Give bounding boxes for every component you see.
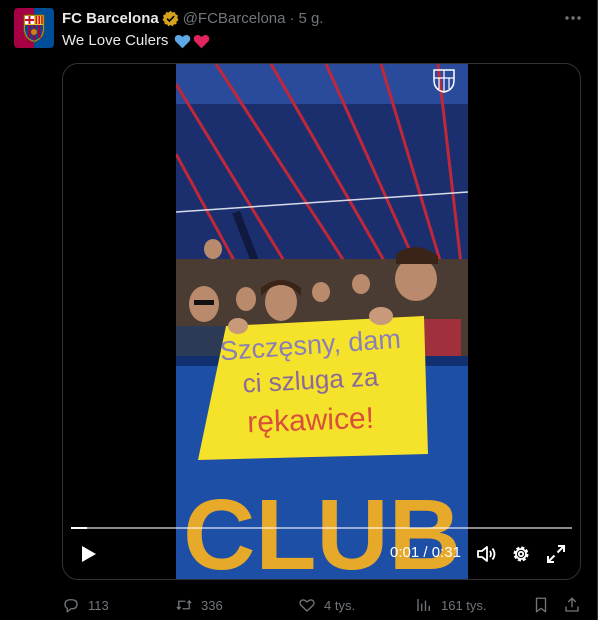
verified-badge-icon[interactable] <box>162 10 179 27</box>
settings-gear-icon[interactable] <box>510 543 532 565</box>
share-button[interactable] <box>563 595 589 615</box>
like-heart-icon <box>299 599 315 612</box>
reply-count: 113 <box>88 597 109 613</box>
video-player[interactable]: CLUB Szczęsny, dam ci szluga za rękawice… <box>62 63 581 580</box>
reply-icon <box>64 599 78 613</box>
fullscreen-icon[interactable] <box>545 543 567 565</box>
author-handle[interactable]: @FCBarcelona <box>183 10 286 27</box>
volume-icon[interactable] <box>475 543 497 565</box>
views-count: 161 tys. <box>441 597 487 613</box>
share-icon <box>565 597 579 612</box>
bookmark-icon <box>535 597 547 613</box>
retweet-count: 336 <box>201 597 223 613</box>
video-controls: 0:01 / 0:31 <box>63 529 580 579</box>
reply-button[interactable]: 113 <box>62 595 109 615</box>
tweet[interactable]: FC Barcelona @FCBarcelona · 5 g. We Love… <box>0 0 598 620</box>
video-timecode: 0:01 / 0:31 <box>390 544 461 561</box>
retweet-button[interactable]: 336 <box>175 595 223 615</box>
video-frame-image: CLUB Szczęsny, dam ci szluga za rękawice… <box>176 64 468 579</box>
video-frame[interactable]: CLUB Szczęsny, dam ci szluga za rękawice… <box>176 64 468 579</box>
tweet-text-content: We Love Culers <box>62 32 169 49</box>
play-icon[interactable] <box>77 543 99 565</box>
duration: 0:31 <box>431 544 461 561</box>
current-time: 0:01 <box>390 544 420 561</box>
more-options-icon[interactable] <box>563 8 583 28</box>
retweet-icon <box>176 599 192 611</box>
views-button[interactable]: 161 tys. <box>415 595 487 615</box>
separator-dot: · <box>289 9 295 27</box>
tweet-text: We Love Culers <box>62 31 210 51</box>
time-separator: / <box>423 544 428 561</box>
like-count: 4 tys. <box>324 597 356 613</box>
red-heart-icon <box>194 34 210 48</box>
fc-barcelona-crest-icon <box>23 14 45 43</box>
author-name[interactable]: FC Barcelona <box>62 10 159 27</box>
avatar[interactable] <box>14 8 54 48</box>
banner-line-3: rękawice! <box>247 402 375 439</box>
tweet-actions: 113 336 4 tys. 161 tys. <box>62 595 583 615</box>
tweet-header: FC Barcelona @FCBarcelona · 5 g. <box>62 8 324 28</box>
blue-heart-icon <box>175 34 191 48</box>
bookmark-button[interactable] <box>532 595 558 615</box>
views-chart-icon <box>417 599 430 611</box>
like-button[interactable]: 4 tys. <box>298 595 355 615</box>
timestamp[interactable]: 5 g. <box>298 10 323 27</box>
